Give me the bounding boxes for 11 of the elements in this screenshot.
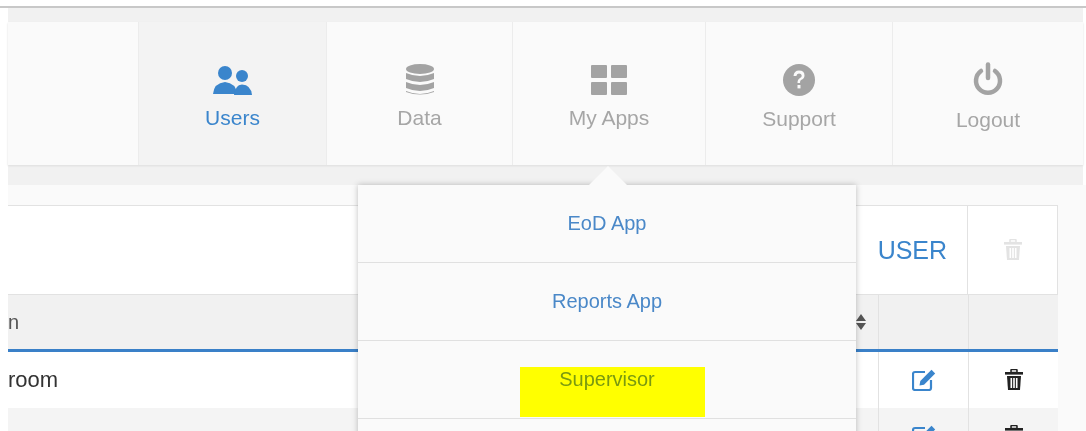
nav-tab[interactable]: Logout: [892, 22, 1083, 165]
column-header[interactable]: n: [8, 310, 20, 334]
table-cell: room: [8, 367, 59, 393]
nav-tab[interactable]: My Apps: [512, 22, 705, 165]
nav-tab[interactable]: Support: [705, 22, 892, 165]
add-user-button[interactable]: USER: [877, 235, 948, 265]
menu-item[interactable]: Reports App: [358, 263, 856, 341]
nav-tab[interactable]: Users: [138, 22, 326, 165]
nav-tab[interactable]: Data: [326, 22, 512, 165]
menu-item[interactable]: Supervisor: [358, 341, 856, 419]
menu-item[interactable]: EoD App: [358, 185, 856, 263]
